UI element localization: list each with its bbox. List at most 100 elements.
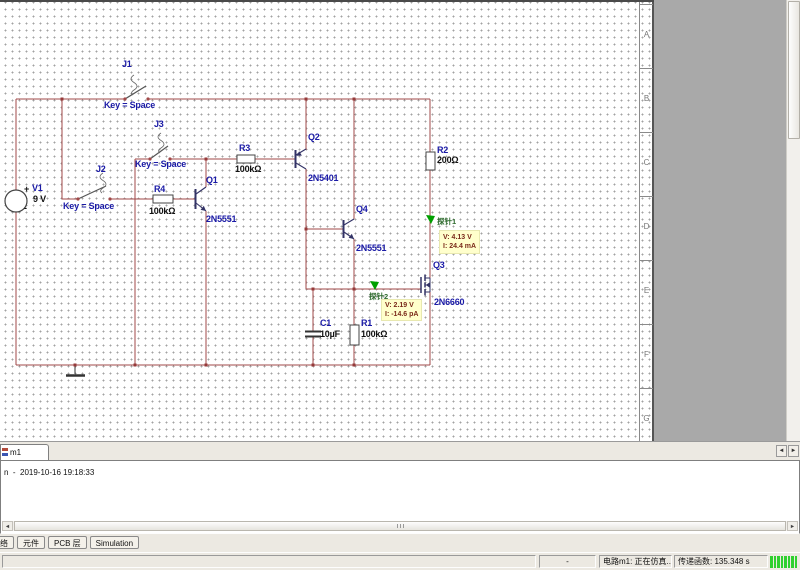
progress-segment xyxy=(777,556,780,568)
zone-letter: F xyxy=(641,350,652,359)
component-J3-switch[interactable] xyxy=(148,133,171,161)
tab-simulation[interactable]: Simulation xyxy=(90,536,139,549)
status-cell-dash: - xyxy=(539,555,596,568)
label-V1-value[interactable]: 9 V xyxy=(33,194,46,204)
label-V1-minus: - xyxy=(24,203,27,213)
tab-components[interactable]: 元件 xyxy=(17,536,45,549)
component-J1-switch[interactable] xyxy=(123,75,149,101)
schematic-sheet[interactable]: J1 Key = Space J3 Key = Space J2 Key = S… xyxy=(0,0,654,441)
label-C1-value[interactable]: 10µF xyxy=(320,329,340,339)
label-R1-ref[interactable]: R1 xyxy=(361,318,372,328)
label-R2-ref[interactable]: R2 xyxy=(437,145,448,155)
scroll-right-icon[interactable]: ► xyxy=(787,521,798,531)
results-tab-label: m1 xyxy=(10,448,21,457)
zone-letter: A xyxy=(641,30,652,39)
zone-tick xyxy=(640,260,653,261)
label-J2-key[interactable]: Key = Space xyxy=(63,201,114,211)
label-R1-value[interactable]: 100kΩ xyxy=(361,329,387,339)
component-J2-switch[interactable] xyxy=(76,173,111,201)
label-J3-key[interactable]: Key = Space xyxy=(135,159,186,169)
progress-segment xyxy=(774,556,777,568)
zone-tick xyxy=(640,324,653,325)
probe2-readout[interactable]: V: 2.19 V I: -14.6 pA xyxy=(381,299,422,321)
zone-tick xyxy=(640,4,653,5)
zone-letter: E xyxy=(641,286,652,295)
label-Q3-ref[interactable]: Q3 xyxy=(433,260,445,270)
label-C1-ref[interactable]: C1 xyxy=(320,318,331,328)
tab-nets[interactable]: 网络 xyxy=(0,536,14,549)
zone-tick xyxy=(640,196,653,197)
zone-tick xyxy=(640,388,653,389)
label-Q1-ref[interactable]: Q1 xyxy=(206,175,218,185)
progress-segment xyxy=(788,556,791,568)
component-Q4-transistor[interactable] xyxy=(344,219,355,239)
probe2-current: I: -14.6 pA xyxy=(385,311,418,318)
label-R4-value[interactable]: 100kΩ xyxy=(149,206,175,216)
results-log-panel[interactable]: n - 2019-10-16 19:18:33 ◄ ► xyxy=(0,460,800,534)
probe1-current: I: 24.4 mA xyxy=(443,243,476,250)
label-R3-ref[interactable]: R3 xyxy=(239,143,250,153)
label-J2-ref[interactable]: J2 xyxy=(96,164,106,174)
probe1-voltage: V: 4.13 V xyxy=(443,234,472,241)
probe1-arrow-icon xyxy=(426,215,435,224)
tab-pcb-layers[interactable]: PCB 层 xyxy=(48,536,87,549)
log-entry[interactable]: n - 2019-10-16 19:18:33 xyxy=(4,468,94,477)
multisim-window: J1 Key = Space J3 Key = Space J2 Key = S… xyxy=(0,0,800,570)
label-J1-ref[interactable]: J1 xyxy=(122,59,132,69)
zone-letter: B xyxy=(641,94,652,103)
zone-letter: G xyxy=(641,414,652,423)
scrollbar-gripper-icon xyxy=(397,524,404,528)
ground-symbol[interactable] xyxy=(66,365,85,376)
component-C1-capacitor[interactable] xyxy=(305,332,321,337)
simulation-progress-indicator xyxy=(770,556,797,568)
schematic-drawing xyxy=(0,2,654,443)
vertical-scrollbar[interactable] xyxy=(786,0,800,441)
progress-segment xyxy=(795,556,798,568)
label-Q4-ref[interactable]: Q4 xyxy=(356,204,368,214)
tab-scroll-left-button[interactable]: ◄ xyxy=(776,445,787,457)
label-J1-key[interactable]: Key = Space xyxy=(104,100,155,110)
label-V1-ref[interactable]: V1 xyxy=(32,183,43,193)
probe1-label[interactable]: 探针1 xyxy=(437,217,456,226)
label-V1-plus: + xyxy=(24,184,29,194)
label-Q4-value[interactable]: 2N5551 xyxy=(356,243,386,253)
vertical-scrollbar-thumb[interactable] xyxy=(788,1,800,139)
status-bar: - 电路m1: 正在仿真... 传递函数: 135.348 s xyxy=(0,552,800,570)
progress-segment xyxy=(770,556,773,568)
log-scrollbar-thumb[interactable] xyxy=(14,521,786,531)
label-Q2-ref[interactable]: Q2 xyxy=(308,132,320,142)
component-R1-resistor[interactable] xyxy=(350,325,359,345)
status-cell-empty xyxy=(2,555,536,568)
label-R2-value[interactable]: 200Ω xyxy=(437,155,458,165)
scroll-left-icon[interactable]: ◄ xyxy=(2,521,13,531)
component-Q1-transistor[interactable] xyxy=(196,187,207,211)
progress-segment xyxy=(784,556,787,568)
results-tab-m1[interactable]: m1 xyxy=(0,444,49,460)
label-Q1-value[interactable]: 2N5551 xyxy=(206,214,236,224)
component-R3-resistor[interactable] xyxy=(237,155,255,163)
label-R3-value[interactable]: 100kΩ xyxy=(235,164,261,174)
zone-tick xyxy=(640,132,653,133)
label-Q3-value[interactable]: 2N6660 xyxy=(434,297,464,307)
component-R4-resistor[interactable] xyxy=(153,195,173,203)
view-tab-bar: 网络 元件 PCB 层 Simulation xyxy=(0,536,139,552)
component-Q3-mosfet[interactable] xyxy=(421,275,430,296)
log-horizontal-scrollbar[interactable]: ◄ ► xyxy=(2,521,798,531)
zone-letter: D xyxy=(641,222,652,231)
schematic-canvas[interactable]: J1 Key = Space J3 Key = Space J2 Key = S… xyxy=(0,0,800,441)
probe2-voltage: V: 2.19 V xyxy=(385,302,414,309)
progress-segment xyxy=(791,556,794,568)
label-J3-ref[interactable]: J3 xyxy=(154,119,164,129)
label-Q2-value[interactable]: 2N5401 xyxy=(308,173,338,183)
component-Q2-transistor[interactable] xyxy=(296,149,307,169)
results-tab-strip: m1 ◄ ► xyxy=(0,441,800,460)
status-transfer-function: 传递函数: 135.348 s xyxy=(674,555,768,568)
label-R4-ref[interactable]: R4 xyxy=(154,184,165,194)
zone-tick xyxy=(640,68,653,69)
tab-scroll-right-button[interactable]: ► xyxy=(788,445,799,457)
component-R2-resistor[interactable] xyxy=(426,152,435,170)
probe1-readout[interactable]: V: 4.13 V I: 24.4 mA xyxy=(439,230,480,254)
zone-letter: C xyxy=(641,158,652,167)
circuit-tab-icon xyxy=(2,448,8,458)
canvas-outside-area xyxy=(654,0,786,441)
